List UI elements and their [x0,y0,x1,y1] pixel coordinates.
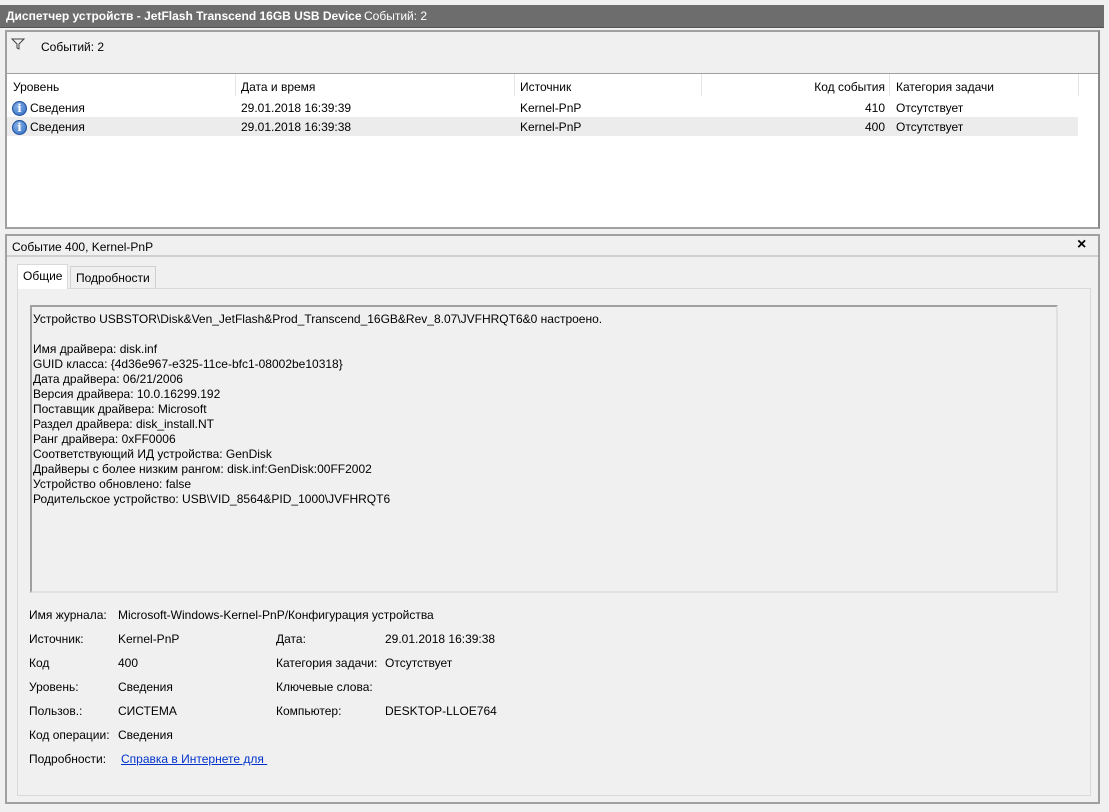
value-computer: DESKTOP-LLOE764 [385,704,497,718]
tab-general[interactable]: Общие [17,264,69,289]
value-opcode: Сведения [118,728,173,742]
tab-details[interactable]: Подробности [70,266,156,289]
column-header-level[interactable]: Уровень [13,80,59,94]
events-pane: Событий: 2 Уровень Дата и время Источник… [5,30,1100,229]
label-computer: Компьютер: [276,704,342,718]
cell-datetime: 29.01.2018 16:39:38 [241,120,352,134]
label-code: Код [29,656,50,670]
cell-level: Сведения [30,120,85,134]
column-header-code[interactable]: Код события [707,80,885,94]
value-code: 400 [118,656,139,670]
label-more-info: Подробности: [29,752,107,766]
value-category: Отсутствует [385,656,453,670]
cell-level: Сведения [30,101,85,115]
column-header-source[interactable]: Источник [520,80,571,94]
cell-category: Отсутствует [896,120,964,134]
cell-code: 410 [864,101,885,115]
tab-panel-general: Устройство USBSTOR\Disk&Ven_JetFlash&Pro… [17,288,1091,796]
cell-source: Kernel-PnP [520,120,582,134]
value-source: Kernel-PnP [118,632,180,646]
window-title: Диспетчер устройств - JetFlash Transcend… [6,9,362,23]
column-separator[interactable] [1078,74,1079,96]
label-category: Категория задачи: [276,656,378,670]
column-header-category[interactable]: Категория задачи [896,80,994,94]
value-log: Microsoft-Windows-Kernel-PnP/Конфигураци… [118,608,434,622]
info-icon: i [12,120,27,135]
table-row-selected[interactable]: i Сведения 29.01.2018 16:39:38 Kernel-Pn… [7,117,1078,136]
cell-source: Kernel-PnP [520,101,582,115]
tab-label: Подробности [76,271,150,285]
message-line: Драйверы с более низким рангом: disk.inf… [33,462,372,476]
column-separator[interactable] [889,74,890,96]
event-detail-pane: Событие 400, Kernel-PnP × Общие Подробно… [5,234,1100,804]
detail-header: Событие 400, Kernel-PnP × [7,236,1098,257]
value-user: СИСТЕМА [118,704,177,718]
column-separator[interactable] [235,74,236,96]
filter-count: Событий: 2 [41,40,105,54]
title-bar: Диспетчер устройств - JetFlash Transcend… [0,5,1104,28]
label-source: Источник: [29,632,84,646]
message-line: Поставщик драйвера: Microsoft [33,402,207,416]
label-level: Уровень: [29,680,79,694]
value-level: Сведения [118,680,173,694]
label-log: Имя журнала: [29,608,107,622]
label-date: Дата: [276,632,306,646]
message-line: Имя драйвера: disk.inf [33,342,158,356]
filter-icon[interactable] [11,38,25,50]
cell-datetime: 29.01.2018 16:39:39 [241,101,352,115]
column-separator[interactable] [514,74,515,96]
message-line: Устройство обновлено: false [33,477,192,491]
message-line [33,327,1055,342]
message-line: Дата драйвера: 06/21/2006 [33,372,183,386]
label-opcode: Код операции: [29,728,110,742]
message-line: Версия драйвера: 10.0.16299.192 [33,387,221,401]
detail-title: Событие 400, Kernel-PnP [12,240,154,254]
message-line: Раздел драйвера: disk_install.NT [33,417,215,431]
column-separator[interactable] [701,74,702,96]
message-line: Родительское устройство: USB\VID_8564&PI… [33,492,391,506]
events-table[interactable]: Уровень Дата и время Источник Код событи… [7,73,1098,227]
online-help-link[interactable]: Справка в Интернете для [121,752,267,766]
close-icon[interactable]: × [1077,236,1086,254]
message-line: GUID класса: {4d36e967-e325-11ce-bfc1-08… [33,357,343,371]
label-keywords: Ключевые слова: [276,680,373,694]
event-message[interactable]: Устройство USBSTOR\Disk&Ven_JetFlash&Pro… [30,305,1058,593]
tab-label: Общие [23,269,63,283]
label-user: Пользов.: [29,704,83,718]
message-line: Ранг драйвера: 0xFF0006 [33,432,176,446]
info-icon: i [12,101,27,116]
event-count: Событий: 2 [364,9,428,23]
table-row[interactable]: i Сведения 29.01.2018 16:39:39 Kernel-Pn… [7,98,1078,117]
message-line: Устройство USBSTOR\Disk&Ven_JetFlash&Pro… [33,312,603,326]
value-date: 29.01.2018 16:39:38 [385,632,496,646]
message-line: Соответствующий ИД устройства: GenDisk [33,447,272,461]
cell-code: 400 [864,120,885,134]
cell-category: Отсутствует [896,101,964,115]
column-header-datetime[interactable]: Дата и время [241,80,315,94]
